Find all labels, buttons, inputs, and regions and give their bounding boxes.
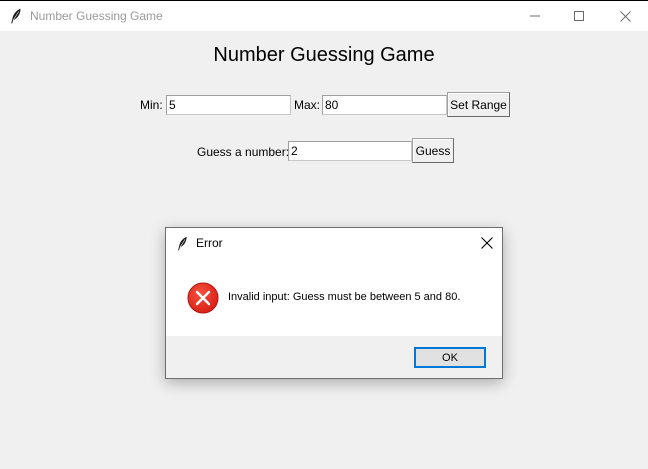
ok-button[interactable]: OK [414, 347, 486, 368]
guess-label: Guess a number: [197, 145, 290, 159]
feather-icon [175, 235, 189, 251]
minimize-button[interactable] [512, 1, 558, 31]
window-title: Number Guessing Game [30, 9, 163, 23]
dialog-close-button[interactable] [472, 228, 502, 258]
guess-input[interactable] [288, 141, 412, 161]
error-icon [187, 282, 219, 314]
main-window: Number Guessing Game Number Guessing Gam… [0, 0, 648, 469]
guess-button[interactable]: Guess [412, 138, 454, 163]
min-label: Min: [140, 98, 163, 112]
error-dialog: Error Invalid input: Guess must be betwe… [165, 227, 503, 379]
set-range-button[interactable]: Set Range [447, 92, 510, 117]
close-icon [481, 237, 493, 249]
max-input[interactable] [322, 95, 447, 115]
maximize-button[interactable] [556, 1, 602, 31]
game-heading: Number Guessing Game [213, 44, 435, 66]
minimize-icon [530, 15, 540, 17]
close-icon [619, 10, 631, 22]
dialog-title: Error [196, 236, 223, 250]
dialog-message: Invalid input: Guess must be between 5 a… [228, 291, 461, 303]
max-label: Max: [294, 98, 321, 112]
feather-icon [8, 8, 24, 24]
min-input[interactable] [166, 95, 291, 115]
maximize-icon [574, 11, 584, 21]
close-button[interactable] [602, 1, 648, 31]
dialog-footer: OK [166, 336, 502, 378]
dialog-body: Invalid input: Guess must be between 5 a… [166, 258, 502, 336]
dialog-title-bar[interactable]: Error [166, 228, 502, 258]
